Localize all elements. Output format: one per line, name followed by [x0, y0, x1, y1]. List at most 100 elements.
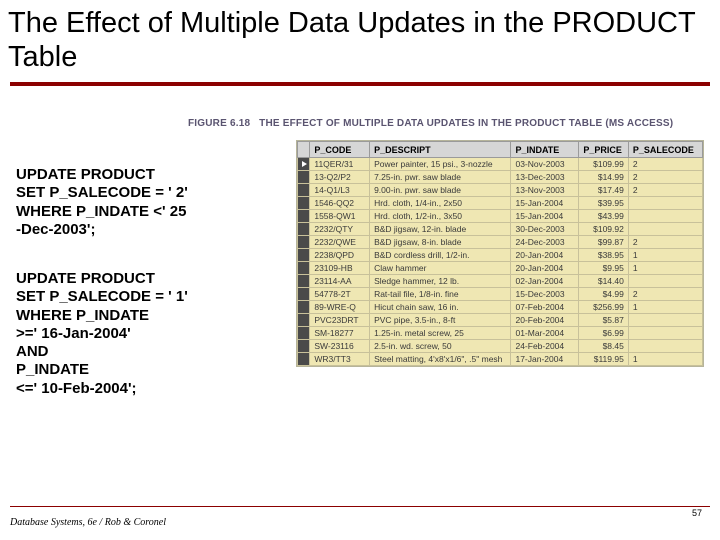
- cell-indate: 20-Jan-2004: [511, 262, 579, 275]
- col-p-price: P_PRICE: [579, 142, 628, 158]
- table-row: 11QER/31Power painter, 15 psi., 3-nozzle…: [298, 158, 703, 171]
- sql2-line3: WHERE P_INDATE: [16, 307, 278, 325]
- cell-desc: B&D jigsaw, 12-in. blade: [370, 223, 511, 236]
- cell-price: $109.92: [579, 223, 628, 236]
- cell-price: $109.99: [579, 158, 628, 171]
- cell-indate: 20-Feb-2004: [511, 314, 579, 327]
- footer-text: Database Systems, 6e / Rob & Coronel: [10, 517, 710, 528]
- table-row: SW-231162.5-in. wd. screw, 5024-Feb-2004…: [298, 340, 703, 353]
- cell-indate: 17-Jan-2004: [511, 353, 579, 366]
- table-row: 1558-QW1Hrd. cloth, 1/2-in., 3x5015-Jan-…: [298, 210, 703, 223]
- cell-indate: 15-Jan-2004: [511, 210, 579, 223]
- cell-price: $119.95: [579, 353, 628, 366]
- cell-desc: Claw hammer: [370, 262, 511, 275]
- col-p-indate: P_INDATE: [511, 142, 579, 158]
- cell-desc: 2.5-in. wd. screw, 50: [370, 340, 511, 353]
- row-selector: [298, 288, 310, 301]
- sql-update-1: UPDATE PRODUCT SET P_SALECODE = ' 2' WHE…: [16, 166, 278, 239]
- cell-price: $17.49: [579, 184, 628, 197]
- cell-code: 1558-QW1: [310, 210, 370, 223]
- row-selector: [298, 275, 310, 288]
- title-rule: [10, 82, 710, 86]
- cell-price: $5.87: [579, 314, 628, 327]
- row-selector: [298, 249, 310, 262]
- table-row: 13-Q2/P27.25-in. pwr. saw blade13-Dec-20…: [298, 171, 703, 184]
- cell-desc: Hrd. cloth, 1/2-in., 3x50: [370, 210, 511, 223]
- sql2-line2: SET P_SALECODE = ' 1': [16, 288, 278, 306]
- sql1-line2: SET P_SALECODE = ' 2': [16, 184, 278, 202]
- col-p-salecode: P_SALECODE: [628, 142, 702, 158]
- cell-indate: 24-Feb-2004: [511, 340, 579, 353]
- row-selector: [298, 314, 310, 327]
- cell-sale: 1: [628, 262, 702, 275]
- cell-code: 23109-HB: [310, 262, 370, 275]
- cell-desc: Hicut chain saw, 16 in.: [370, 301, 511, 314]
- page-number: 57: [692, 508, 702, 518]
- row-selector: [298, 210, 310, 223]
- cell-sale: [628, 314, 702, 327]
- cell-sale: 2: [628, 236, 702, 249]
- cell-sale: 2: [628, 171, 702, 184]
- table-row: 23114-AASledge hammer, 12 lb.02-Jan-2004…: [298, 275, 703, 288]
- footer-rule: [10, 506, 710, 507]
- cell-price: $6.99: [579, 327, 628, 340]
- cell-indate: 02-Jan-2004: [511, 275, 579, 288]
- cell-sale: 2: [628, 288, 702, 301]
- figure-caption: FIGURE 6.18 THE EFFECT OF MULTIPLE DATA …: [188, 118, 673, 129]
- cell-desc: 9.00-in. pwr. saw blade: [370, 184, 511, 197]
- table-row: PVC23DRTPVC pipe, 3.5-in., 8-ft20-Feb-20…: [298, 314, 703, 327]
- table-row: 23109-HBClaw hammer20-Jan-2004$9.951: [298, 262, 703, 275]
- table-row: 1546-QQ2Hrd. cloth, 1/4-in., 2x5015-Jan-…: [298, 197, 703, 210]
- cell-desc: 7.25-in. pwr. saw blade: [370, 171, 511, 184]
- cell-sale: [628, 223, 702, 236]
- cell-price: $9.95: [579, 262, 628, 275]
- col-p-code: P_CODE: [310, 142, 370, 158]
- row-selector: [298, 197, 310, 210]
- table-row: WR3/TT3Steel matting, 4'x8'x1/6", .5" me…: [298, 353, 703, 366]
- cell-code: SW-23116: [310, 340, 370, 353]
- cell-sale: [628, 327, 702, 340]
- row-selector: [298, 171, 310, 184]
- sql1-line1: UPDATE PRODUCT: [16, 166, 278, 184]
- table-row: 2232/QTYB&D jigsaw, 12-in. blade30-Dec-2…: [298, 223, 703, 236]
- table-row: 89-WRE-QHicut chain saw, 16 in.07-Feb-20…: [298, 301, 703, 314]
- cell-code: 13-Q2/P2: [310, 171, 370, 184]
- cell-indate: 20-Jan-2004: [511, 249, 579, 262]
- table-row: 14-Q1/L39.00-in. pwr. saw blade13-Nov-20…: [298, 184, 703, 197]
- cell-sale: 1: [628, 353, 702, 366]
- sql1-line3: WHERE P_INDATE <' 25: [16, 203, 278, 221]
- cell-price: $4.99: [579, 288, 628, 301]
- table-row: 2238/QPDB&D cordless drill, 1/2-in.20-Ja…: [298, 249, 703, 262]
- row-selector: [298, 262, 310, 275]
- cell-desc: PVC pipe, 3.5-in., 8-ft: [370, 314, 511, 327]
- cell-desc: B&D jigsaw, 8-in. blade: [370, 236, 511, 249]
- product-table-panel: P_CODE P_DESCRIPT P_INDATE P_PRICE P_SAL…: [296, 140, 704, 367]
- sql-update-2: UPDATE PRODUCT SET P_SALECODE = ' 1' WHE…: [16, 270, 278, 398]
- cell-desc: Steel matting, 4'x8'x1/6", .5" mesh: [370, 353, 511, 366]
- cell-sale: 1: [628, 301, 702, 314]
- cell-sale: 2: [628, 184, 702, 197]
- footer: Database Systems, 6e / Rob & Coronel: [10, 506, 710, 528]
- table-body: 11QER/31Power painter, 15 psi., 3-nozzle…: [298, 158, 703, 366]
- col-selector: [298, 142, 310, 158]
- cell-sale: [628, 197, 702, 210]
- row-selector: [298, 353, 310, 366]
- cell-indate: 13-Nov-2003: [511, 184, 579, 197]
- cell-indate: 15-Jan-2004: [511, 197, 579, 210]
- cell-sale: 1: [628, 249, 702, 262]
- sql2-line7: <=' 10-Feb-2004';: [16, 380, 278, 398]
- cell-sale: [628, 275, 702, 288]
- row-selector: [298, 301, 310, 314]
- cell-code: 54778-2T: [310, 288, 370, 301]
- cell-indate: 13-Dec-2003: [511, 171, 579, 184]
- cell-indate: 03-Nov-2003: [511, 158, 579, 171]
- cell-code: 2238/QPD: [310, 249, 370, 262]
- cell-sale: 2: [628, 158, 702, 171]
- current-row-arrow-icon: [302, 161, 307, 167]
- cell-desc: 1.25-in. metal screw, 25: [370, 327, 511, 340]
- table-row: SM-182771.25-in. metal screw, 2501-Mar-2…: [298, 327, 703, 340]
- sql1-line4: -Dec-2003';: [16, 221, 278, 239]
- cell-code: 14-Q1/L3: [310, 184, 370, 197]
- cell-code: 89-WRE-Q: [310, 301, 370, 314]
- product-table: P_CODE P_DESCRIPT P_INDATE P_PRICE P_SAL…: [297, 141, 703, 366]
